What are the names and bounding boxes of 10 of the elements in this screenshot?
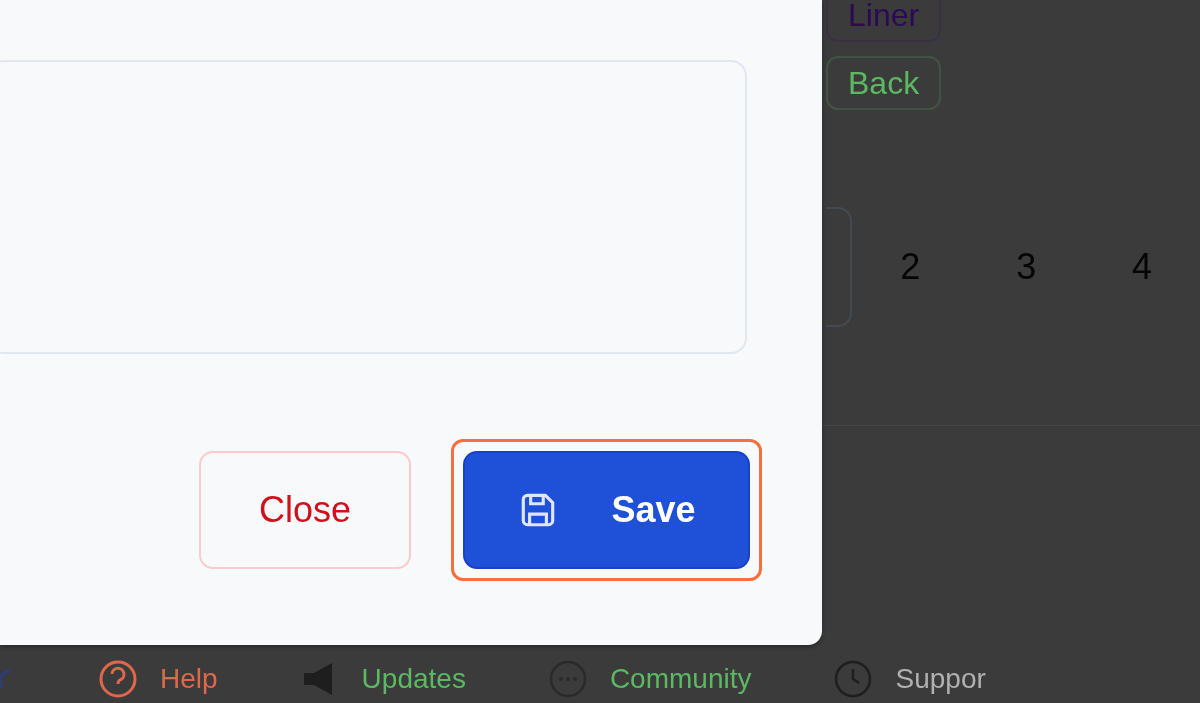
footer-link[interactable]: Updates [361, 663, 466, 695]
footer-link[interactable]: Suppor [895, 663, 986, 695]
help-icon[interactable] [98, 659, 138, 699]
footer-link[interactable]: Help [160, 663, 218, 695]
close-button[interactable]: Close [199, 451, 411, 569]
clock-icon[interactable] [833, 659, 874, 699]
save-button[interactable]: Save [463, 451, 750, 569]
page-button[interactable] [826, 207, 853, 327]
footer-link[interactable]: Community [609, 663, 752, 695]
tag-chip[interactable]: Back [826, 56, 942, 110]
